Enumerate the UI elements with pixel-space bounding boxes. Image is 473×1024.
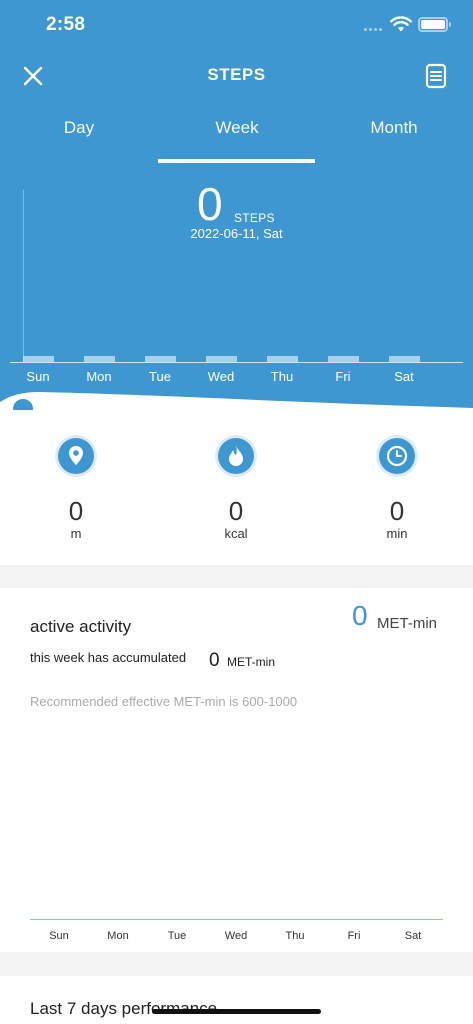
wifi-icon — [390, 16, 412, 32]
home-indicator[interactable] — [152, 1009, 321, 1014]
cellular-signal-icon — [364, 28, 382, 31]
phone-screen: 2:58 STEPS Day Week Month 0 STEPS 2022-0… — [0, 0, 473, 1024]
selected-tab-indicator — [158, 159, 315, 163]
clock-icon — [379, 438, 415, 474]
steps-unit: STEPS — [234, 211, 275, 225]
activity-day-label: Wed — [224, 930, 248, 942]
distance-value: 0 — [68, 496, 84, 526]
duration-value: 0 — [389, 496, 405, 526]
flame-icon — [218, 438, 254, 474]
chart-cursor-line — [23, 190, 24, 362]
duration-unit: min — [386, 526, 408, 541]
week-accumulated-value: 0 — [209, 650, 220, 671]
activity-day-label: Fri — [347, 930, 361, 942]
recommendation-text: Recommended effective MET-min is 600-100… — [30, 694, 298, 709]
tab-week[interactable]: Week — [158, 118, 316, 164]
activity-title: active activity — [30, 617, 132, 636]
steps-header: 2:58 STEPS Day Week Month 0 STEPS 2022-0… — [0, 0, 473, 422]
header-curve — [0, 392, 473, 412]
tab-day[interactable]: Day — [0, 118, 158, 164]
activity-day-label: Sun — [49, 930, 69, 942]
steps-total: 0 — [197, 178, 223, 230]
activity-chart-baseline — [30, 919, 443, 920]
activity-total-value: 0 — [352, 600, 368, 631]
location-pin-icon — [58, 438, 94, 474]
status-bar: 2:58 — [0, 0, 473, 50]
chart-baseline — [10, 362, 463, 363]
activity-day-label: Tue — [167, 930, 187, 942]
tab-month[interactable]: Month — [315, 118, 473, 164]
week-accumulated-label: this week has accumulated — [30, 650, 187, 665]
status-time: 2:58 — [46, 14, 86, 35]
summary-date: 2022-06-11, Sat — [190, 226, 283, 241]
active-activity-card: active activity 0 MET-min this week has … — [0, 588, 473, 952]
calories-value: 0 — [228, 496, 244, 526]
period-tabs: Day Week Month — [0, 118, 473, 164]
calories-unit: kcal — [224, 526, 248, 541]
last-7-days-section: Last 7 days performance — [0, 976, 473, 1024]
activity-day-label: Mon — [107, 930, 129, 942]
page-title: STEPS — [207, 65, 266, 84]
activity-day-label: Thu — [285, 930, 305, 942]
navigation-bar: STEPS — [0, 56, 473, 96]
activity-day-label: Sat — [404, 930, 422, 942]
battery-icon — [418, 17, 451, 32]
stats-card: 0 m 0 kcal 0 min — [0, 410, 473, 565]
week-accumulated-unit: MET-min — [227, 655, 275, 669]
distance-unit: m — [70, 526, 82, 541]
report-icon[interactable] — [425, 63, 447, 89]
activity-total-unit: MET-min — [377, 615, 437, 632]
